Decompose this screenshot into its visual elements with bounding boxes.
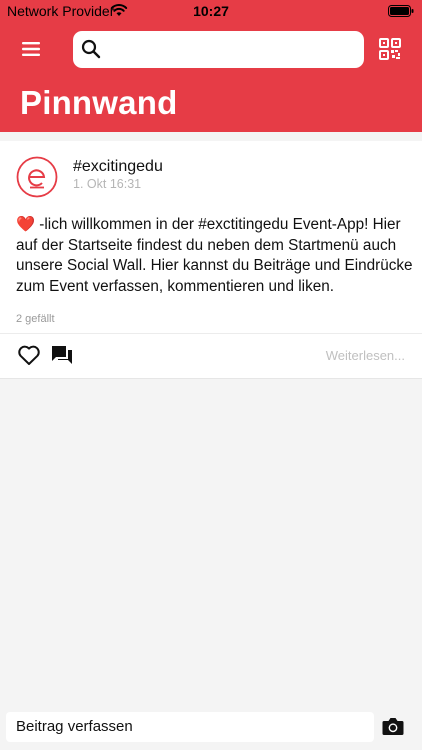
divider: [0, 333, 422, 334]
heart-outline-icon[interactable]: [17, 344, 41, 366]
heart-emoji: ❤️: [16, 216, 36, 233]
search-input[interactable]: [109, 31, 359, 68]
post-text: ❤️ -lich willkommen in der #exctitingedu…: [16, 215, 416, 297]
post-body-text: -lich willkommen in der #exctitingedu Ev…: [16, 216, 413, 295]
menu-button[interactable]: [18, 37, 44, 61]
comments-icon[interactable]: [50, 344, 74, 366]
page-title: Pinnwand: [20, 84, 178, 121]
read-more-link[interactable]: Weiterlesen...: [326, 348, 405, 363]
divider: [0, 378, 422, 379]
avatar-logo-icon: [16, 156, 58, 198]
app-header: Network Provider 10:27 Pinnwand: [0, 0, 422, 132]
status-bar: Network Provider 10:27: [0, 0, 422, 22]
compose-post-field[interactable]: Beitrag verfassen: [6, 712, 374, 742]
qr-code-icon[interactable]: [379, 38, 401, 60]
battery-icon: [388, 5, 414, 17]
post-author[interactable]: #excitingedu: [73, 158, 163, 176]
search-icon: [81, 39, 101, 59]
post-date: 1. Okt 16:31: [73, 177, 142, 191]
search-bar[interactable]: [73, 31, 364, 68]
camera-icon[interactable]: [382, 716, 404, 736]
post-card: #excitingedu 1. Okt 16:31 ❤️ -lich willk…: [0, 141, 422, 378]
menu-icon: [22, 42, 40, 56]
status-time: 10:27: [193, 3, 229, 19]
like-count[interactable]: 2 gefällt: [16, 313, 55, 325]
